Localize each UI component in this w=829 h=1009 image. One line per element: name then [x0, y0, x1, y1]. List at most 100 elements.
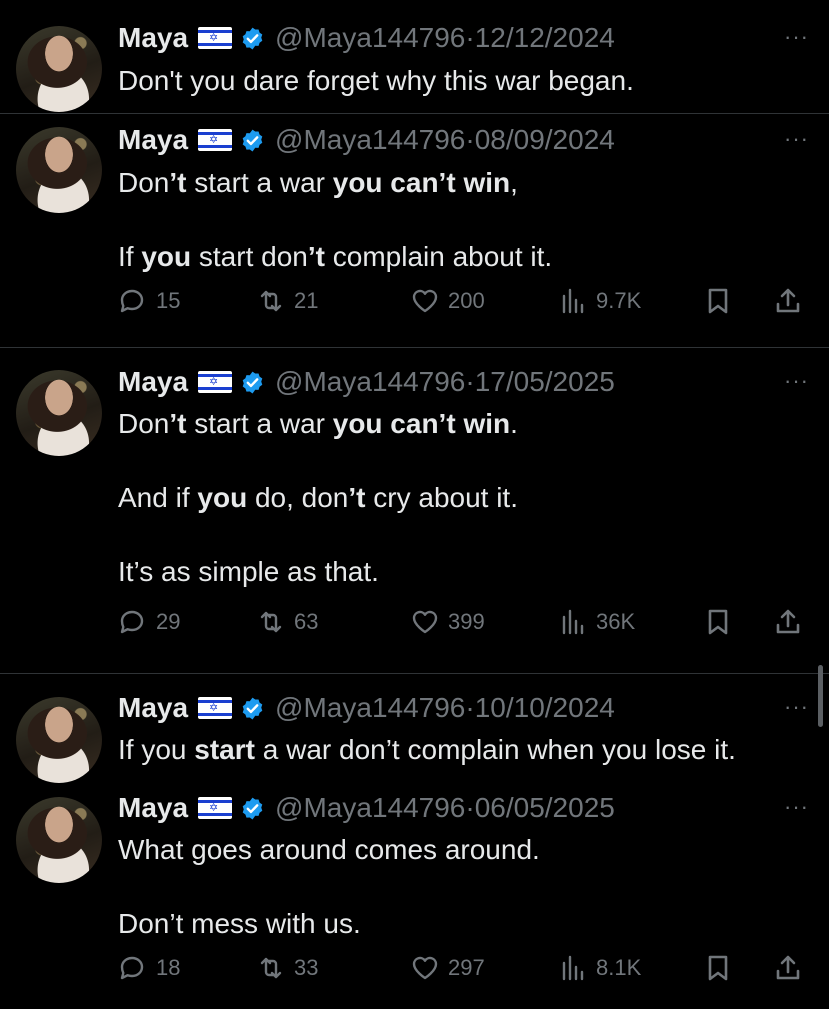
more-options-icon[interactable]: ··· [784, 368, 809, 394]
tweet-text-line: If you start don’t complain about it. [118, 238, 552, 275]
repost-button[interactable]: 21 [256, 286, 318, 316]
tweet-text-segment: If you [118, 734, 195, 765]
bar-chart-icon [562, 955, 584, 981]
scrollbar[interactable] [818, 665, 823, 727]
tweet-text-segment: you can’t win [332, 167, 511, 198]
verified-badge-icon[interactable] [240, 696, 265, 721]
like-count: 399 [448, 609, 485, 634]
tweet-header: Maya ✡ @Maya144796·17/05/2025 [118, 364, 615, 400]
reply-count: 18 [156, 955, 181, 980]
tweet-text-line: Don’t start a war you can’t win. [118, 405, 518, 442]
share-button[interactable] [773, 607, 811, 637]
bookmark-button[interactable] [703, 286, 741, 316]
share-icon [776, 609, 800, 634]
author-name[interactable]: Maya [118, 366, 188, 398]
author-handle[interactable]: @Maya144796·12/12/2024 [275, 22, 615, 54]
like-button[interactable]: 297 [410, 953, 485, 983]
tweet-text-line: If you start a war don’t complain when y… [118, 731, 736, 768]
verified-badge-icon[interactable] [240, 26, 265, 51]
tweet-text-segment: And if [118, 482, 198, 513]
bar-chart-icon [562, 288, 584, 314]
bookmark-button[interactable] [703, 607, 741, 637]
author-name[interactable]: Maya [118, 692, 188, 724]
tweet-text-segment: . [510, 408, 518, 439]
tweet-date: 10/10/2024 [474, 692, 615, 723]
verified-badge-icon[interactable] [240, 128, 265, 153]
repost-count: 33 [294, 955, 319, 980]
avatar[interactable] [16, 797, 102, 883]
avatar[interactable] [16, 697, 102, 783]
more-options-icon[interactable]: ··· [784, 794, 809, 820]
share-button[interactable] [773, 953, 811, 983]
avatar[interactable] [16, 370, 102, 456]
author-name[interactable]: Maya [118, 124, 188, 156]
views-button[interactable]: 36K [558, 607, 635, 637]
tweet-text-line [118, 201, 552, 238]
tweet-text-segment: ’t [169, 167, 187, 198]
tweet-text-segment: cry about it. [365, 482, 518, 513]
like-count: 200 [448, 288, 485, 313]
tweet-text-segment: you can’t win [332, 408, 511, 439]
repost-button[interactable]: 63 [256, 607, 318, 637]
repost-button[interactable]: 33 [256, 953, 318, 983]
more-options-icon[interactable]: ··· [784, 24, 809, 50]
views-button[interactable]: 8.1K [558, 953, 641, 983]
tweet-text-segment: start [194, 734, 255, 765]
tweet-text-segment: you [141, 241, 192, 272]
more-options-icon[interactable]: ··· [784, 126, 809, 152]
like-button[interactable]: 200 [410, 286, 485, 316]
tweet-header: Maya ✡ @Maya144796·06/05/2025 [118, 790, 615, 826]
tweet-text-segment: a war don’t complain when you lose it. [254, 734, 736, 765]
share-button[interactable] [773, 286, 811, 316]
author-handle[interactable]: @Maya144796·10/10/2024 [275, 692, 615, 724]
tweet-text-segment: start a war [186, 167, 333, 198]
divider [0, 347, 829, 348]
heart-icon [412, 610, 438, 634]
author-handle[interactable]: @Maya144796·06/05/2025 [275, 792, 615, 824]
tweet-text-segment: ’t [307, 241, 325, 272]
author-handle[interactable]: @Maya144796·17/05/2025 [275, 366, 615, 398]
views-button[interactable]: 9.7K [558, 286, 641, 316]
author-name[interactable]: Maya [118, 22, 188, 54]
tweet-text: Don’t start a war you can’t win, If you … [118, 164, 552, 275]
verified-badge-icon[interactable] [240, 370, 265, 395]
reply-button[interactable]: 29 [118, 607, 180, 637]
tweet-text-line: It’s as simple as that. [118, 553, 518, 590]
israel-flag-icon: ✡ [198, 27, 233, 49]
tweet-header: Maya ✡ @Maya144796·12/12/2024 [118, 20, 615, 56]
repost-icon [260, 957, 282, 979]
tweet-text-segment: you [197, 482, 248, 513]
like-button[interactable]: 399 [410, 607, 485, 637]
bookmark-icon [708, 955, 728, 981]
verified-badge-icon[interactable] [240, 796, 265, 821]
divider [0, 673, 829, 674]
heart-icon [412, 956, 438, 980]
israel-flag-icon: ✡ [198, 371, 233, 393]
author-name[interactable]: Maya [118, 792, 188, 824]
tweet-text-line: And if you do, don’t cry about it. [118, 479, 518, 516]
tweet-text-segment: What goes around comes around. [118, 834, 540, 865]
repost-icon [260, 611, 282, 633]
tweet-date: 08/09/2024 [474, 124, 615, 155]
avatar[interactable] [16, 26, 102, 112]
tweet-text-segment: start don [191, 241, 308, 272]
reply-icon [120, 956, 144, 980]
avatar[interactable] [16, 127, 102, 213]
more-options-icon[interactable]: ··· [784, 694, 809, 720]
tweet-text-segment: ’t [169, 408, 187, 439]
reply-button[interactable]: 18 [118, 953, 180, 983]
bookmark-button[interactable] [703, 953, 741, 983]
author-handle[interactable]: @Maya144796·08/09/2024 [275, 124, 615, 156]
tweet-text-line [118, 442, 518, 479]
tweet-actions: 18 33 297 8.1K [118, 953, 818, 993]
tweet-text-segment: Don’t mess with us. [118, 908, 361, 939]
reply-button[interactable]: 15 [118, 286, 180, 316]
tweet-date: 06/05/2025 [474, 792, 615, 823]
reply-count: 29 [156, 609, 181, 634]
tweet-text-line [118, 516, 518, 553]
reply-count: 15 [156, 288, 181, 313]
like-count: 297 [448, 955, 485, 980]
tweet-actions: 29 63 399 36K [118, 607, 818, 647]
tweet-text: If you start a war don’t complain when y… [118, 731, 736, 768]
tweet-header: Maya ✡ @Maya144796·10/10/2024 [118, 690, 615, 726]
